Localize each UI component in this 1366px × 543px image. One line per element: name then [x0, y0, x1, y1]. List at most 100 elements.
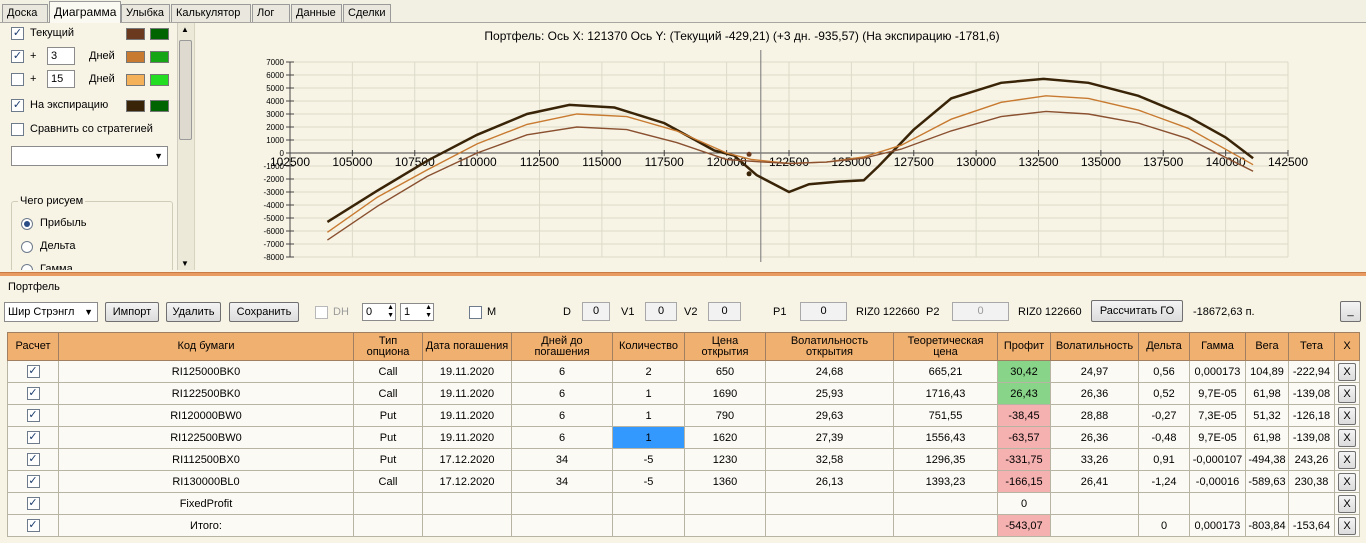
save-button[interactable]: Сохранить — [229, 302, 299, 322]
import-button[interactable]: Импорт — [105, 302, 159, 322]
color-swatch[interactable] — [126, 74, 145, 86]
color-swatch[interactable] — [150, 28, 169, 40]
days-input[interactable]: 15 — [47, 70, 75, 88]
m-checkbox[interactable] — [469, 306, 482, 319]
row-checkbox[interactable]: ✓ — [26, 431, 40, 444]
scrollbar-thumb[interactable] — [179, 40, 192, 140]
row-checkbox[interactable]: ✓ — [26, 497, 40, 510]
color-swatch[interactable] — [150, 51, 169, 63]
cell-text: 19.11.2020 — [439, 387, 495, 400]
compare-checkbox[interactable] — [11, 123, 24, 136]
scroll-down-icon[interactable]: ▼ — [181, 259, 189, 268]
radio-1[interactable] — [21, 241, 33, 253]
table-cell[interactable]: X — [1334, 404, 1360, 427]
calc-go-button[interactable]: Рассчитать ГО — [1091, 300, 1183, 322]
cell-text: 34 — [555, 475, 569, 488]
series-checkbox[interactable]: ✓ — [11, 50, 24, 63]
table-cell[interactable]: -5 — [612, 470, 685, 493]
table-cell[interactable]: ✓ — [7, 404, 59, 427]
v1-field[interactable]: 0 — [645, 302, 677, 321]
remove-row-button[interactable]: X — [1338, 362, 1356, 381]
scroll-up-icon[interactable]: ▲ — [181, 25, 189, 34]
row-checkbox[interactable]: ✓ — [26, 365, 40, 378]
series-checkbox[interactable] — [11, 73, 24, 86]
tab-4[interactable]: Лог — [252, 4, 290, 22]
row-checkbox[interactable]: ✓ — [26, 519, 40, 532]
table-cell[interactable]: ✓ — [7, 426, 59, 449]
v2-field[interactable]: 0 — [708, 302, 741, 321]
table-cell[interactable]: 1 — [612, 404, 685, 427]
column-header: Код бумаги — [58, 332, 354, 361]
minimize-button[interactable]: _ — [1340, 301, 1361, 322]
color-swatch[interactable] — [126, 28, 145, 40]
d-field[interactable]: 0 — [582, 302, 610, 321]
row-checkbox[interactable]: ✓ — [26, 387, 40, 400]
table-cell[interactable]: ✓ — [7, 470, 59, 493]
remove-row-button[interactable]: X — [1338, 472, 1356, 491]
table-cell[interactable]: X — [1334, 492, 1360, 515]
color-swatch[interactable] — [126, 51, 145, 63]
table-cell[interactable] — [612, 492, 685, 515]
remove-row-button[interactable]: X — [1338, 516, 1356, 535]
table-cell[interactable]: 1 — [612, 426, 685, 449]
tab-3[interactable]: Калькулятор — [171, 4, 251, 22]
table-cell[interactable]: ✓ — [7, 514, 59, 537]
table-cell[interactable]: X — [1334, 426, 1360, 449]
row-checkbox[interactable]: ✓ — [26, 409, 40, 422]
table-cell[interactable]: ✓ — [7, 382, 59, 405]
table-cell[interactable]: 2 — [612, 360, 685, 383]
color-swatch[interactable] — [150, 74, 169, 86]
radio-2[interactable] — [21, 264, 33, 270]
strategy-compare-select[interactable]: ▼ — [11, 146, 168, 166]
table-cell: 29,63 — [765, 404, 894, 427]
tab-6[interactable]: Сделки — [343, 4, 391, 22]
color-swatch[interactable] — [150, 100, 169, 112]
table-cell[interactable]: -5 — [612, 448, 685, 471]
spin-1[interactable]: 0 ▲ ▼ — [362, 303, 396, 321]
radio-0[interactable] — [21, 218, 33, 230]
table-cell: Call — [353, 360, 423, 383]
remove-row-button[interactable]: X — [1338, 384, 1356, 403]
table-row: ✓ FixedProfit 0 X — [7, 492, 1360, 515]
row-checkbox[interactable]: ✓ — [26, 475, 40, 488]
spin-2[interactable]: 1 ▲ ▼ — [400, 303, 434, 321]
tab-1[interactable]: Диаграмма — [49, 1, 121, 23]
table-cell[interactable]: ✓ — [7, 360, 59, 383]
remove-row-button[interactable]: X — [1338, 406, 1356, 425]
series-checkbox[interactable]: ✓ — [11, 27, 24, 40]
remove-row-button[interactable]: X — [1338, 494, 1356, 513]
delete-button[interactable]: Удалить — [166, 302, 221, 322]
table-cell: 6 — [511, 360, 613, 383]
row-checkbox[interactable]: ✓ — [26, 453, 40, 466]
table-cell[interactable]: ✓ — [7, 448, 59, 471]
table-cell[interactable]: ✓ — [7, 492, 59, 515]
cell-text: 1620 — [712, 431, 738, 444]
pnl-chart[interactable]: 70006000500040003000200010000-1000-2000-… — [196, 48, 1366, 270]
tab-0[interactable]: Доска — [2, 4, 48, 22]
tab-5[interactable]: Данные — [291, 4, 342, 22]
table-cell[interactable]: 1 — [612, 382, 685, 405]
tab-2[interactable]: Улыбка — [121, 4, 170, 22]
remove-row-button[interactable]: X — [1338, 428, 1356, 447]
table-cell[interactable]: X — [1334, 448, 1360, 471]
strategy-select[interactable]: Шир Стрэнгл ▼ — [4, 302, 98, 322]
cell-text: -0,48 — [1151, 431, 1177, 444]
days-input[interactable]: 3 — [47, 47, 75, 65]
series-checkbox[interactable]: ✓ — [11, 99, 24, 112]
table-cell[interactable]: X — [1334, 382, 1360, 405]
table-row: ✓ RI125000BK0 Call 19.11.2020 6 2 650 24,68 665,… — [7, 360, 1360, 383]
p2-field[interactable]: 0 — [952, 302, 1009, 321]
tab-bar: Доска Диаграмма Улыбка Калькулятор Лог Данные… — [0, 0, 1366, 23]
spin-arrows-icon[interactable]: ▲ ▼ — [387, 304, 394, 320]
table-cell[interactable]: X — [1334, 514, 1360, 537]
splitter[interactable] — [0, 272, 1366, 276]
spin-arrows-icon[interactable]: ▲ ▼ — [425, 304, 432, 320]
table-cell[interactable]: X — [1334, 470, 1360, 493]
table-cell[interactable]: X — [1334, 360, 1360, 383]
remove-row-button[interactable]: X — [1338, 450, 1356, 469]
dh-checkbox[interactable] — [315, 306, 328, 319]
p1-field[interactable]: 0 — [800, 302, 847, 321]
cell-text: 33,26 — [1080, 453, 1109, 466]
table-cell[interactable] — [612, 514, 685, 537]
color-swatch[interactable] — [126, 100, 145, 112]
